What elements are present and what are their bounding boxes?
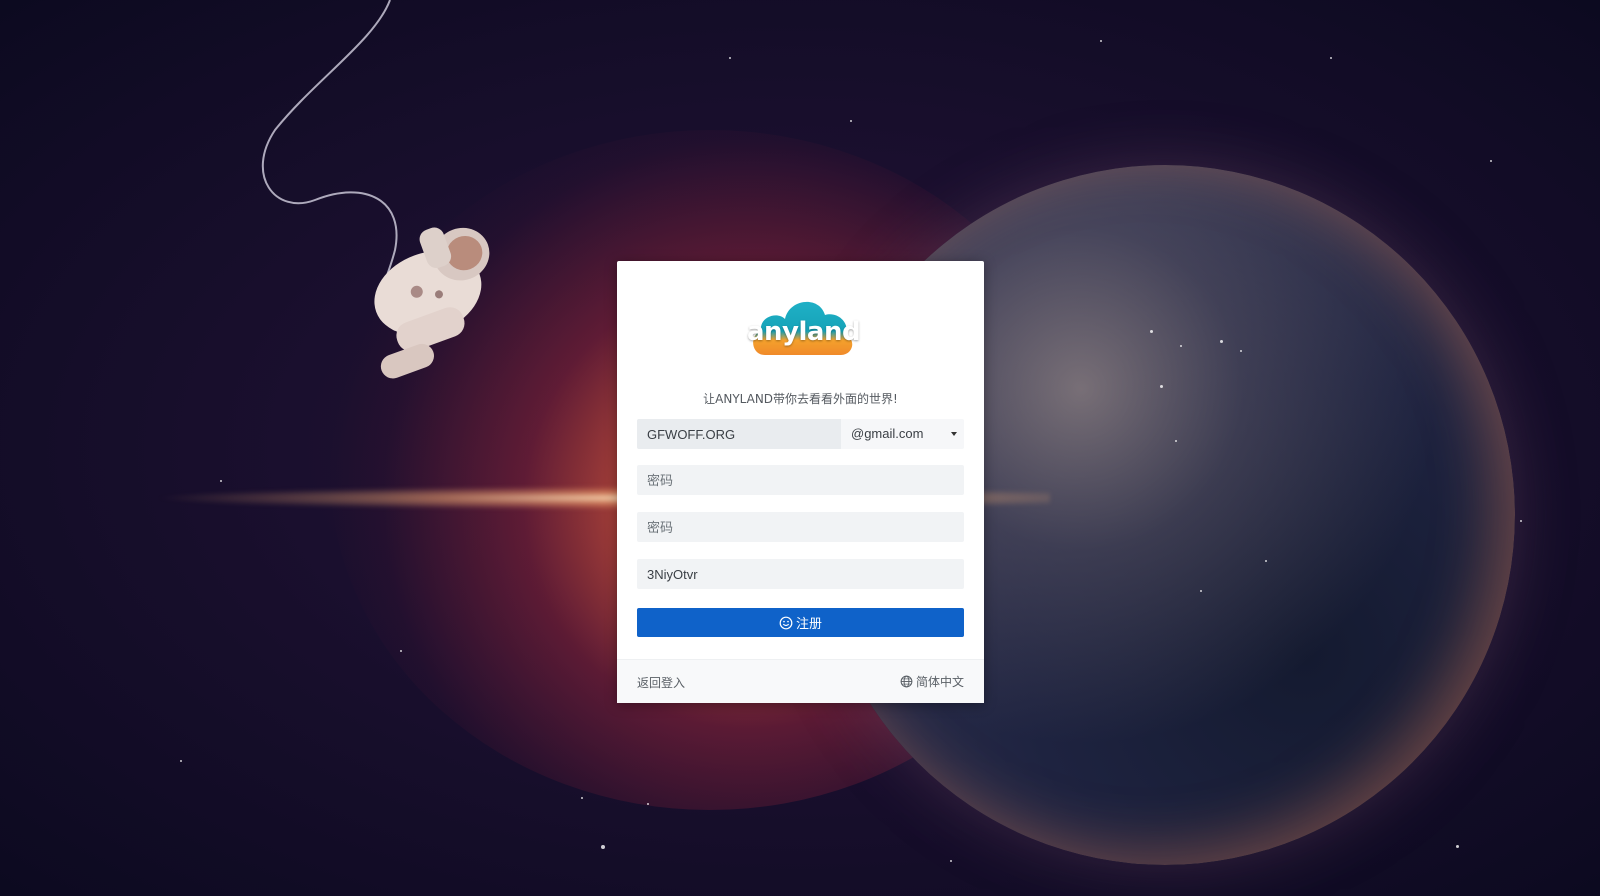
logo-text: anyland (747, 317, 861, 347)
astronaut-illustration (261, 0, 490, 379)
register-card: anyland 让ANYLAND带你去看看外面的世界! @gmail.com 注… (617, 261, 984, 703)
password-input[interactable] (637, 465, 964, 495)
invite-code-input[interactable] (637, 559, 964, 589)
caret-down-icon (951, 432, 957, 436)
globe-icon (900, 675, 913, 688)
email-username-input[interactable] (637, 419, 841, 449)
register-button[interactable]: 注册 (637, 608, 964, 637)
card-footer: 返回登入 简体中文 (617, 659, 984, 703)
smile-icon (779, 616, 793, 629)
back-to-login-link[interactable]: 返回登入 (637, 674, 685, 691)
email-domain-select[interactable]: @gmail.com (841, 419, 964, 449)
anyland-logo: anyland (747, 291, 861, 357)
email-row: @gmail.com (637, 419, 964, 449)
language-label: 简体中文 (915, 675, 964, 689)
confirm-password-input[interactable] (637, 512, 964, 542)
register-button-label: 注册 (795, 616, 822, 631)
tagline: 让ANYLAND带你去看看外面的世界! (703, 392, 898, 406)
email-domain-value: @gmail.com (851, 426, 924, 441)
language-switcher[interactable]: 简体中文 (900, 673, 964, 690)
